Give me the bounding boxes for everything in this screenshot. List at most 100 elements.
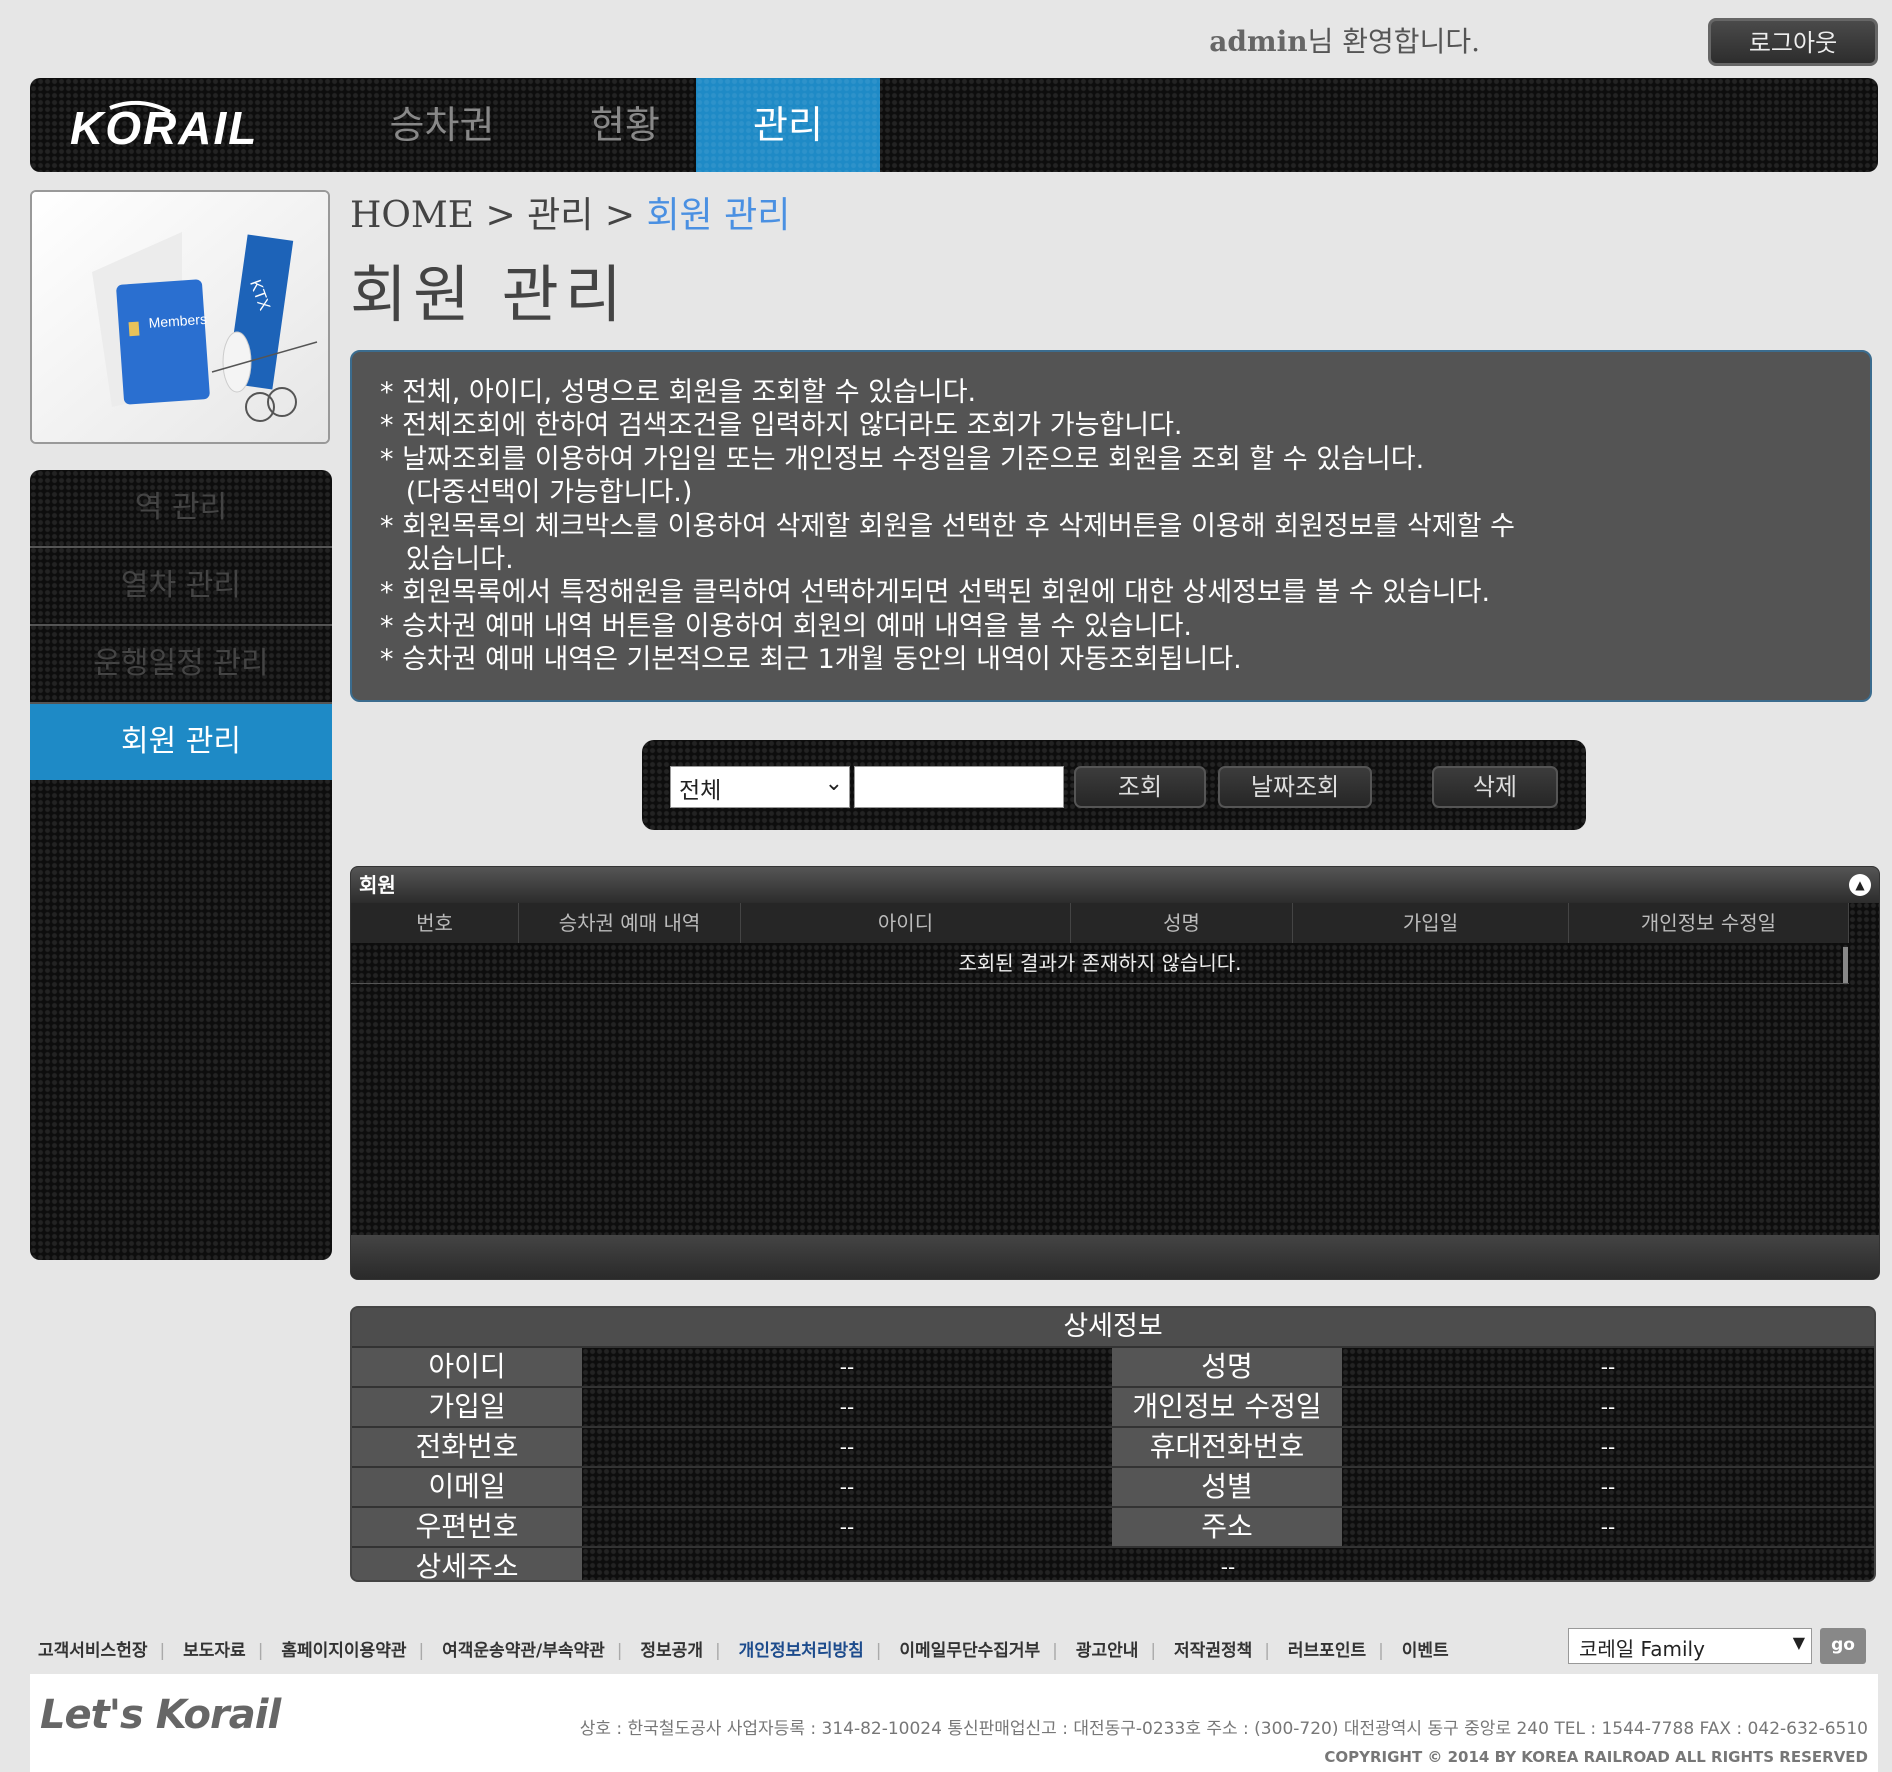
footer-link[interactable]: 홈페이지이용약관 [281, 1641, 406, 1661]
breadcrumb-home[interactable]: HOME [350, 195, 474, 236]
info-line: * 전체, 아이디, 성명으로 회원을 조회할 수 있습니다. [380, 377, 977, 408]
detail-row: 아이디 -- 성명 -- [352, 1346, 1874, 1386]
welcome-message: admin님 환영합니다. [1209, 20, 1480, 60]
sidebar-item-train[interactable]: 열차 관리 [30, 548, 332, 626]
detail-label: 성별 [1112, 1468, 1342, 1506]
search-type-value: 전체 [679, 778, 722, 804]
detail-value: -- [1342, 1468, 1874, 1506]
member-grid: 회원 ▲ 번호 승차권 예매 내역 아이디 성명 가입일 개인정보 수정일 조회된… [350, 866, 1880, 1280]
footer-link[interactable]: 이메일무단수집거부 [899, 1641, 1040, 1661]
breadcrumb: HOME > 관리 > 회원 관리 [350, 186, 790, 238]
detail-value: -- [582, 1348, 1112, 1386]
grid-header: 번호 승차권 예매 내역 아이디 성명 가입일 개인정보 수정일 [351, 903, 1849, 943]
detail-label: 이메일 [352, 1468, 582, 1506]
page-title: 회원 관리 [350, 258, 628, 331]
logout-button[interactable]: 로그아웃 [1708, 18, 1878, 66]
go-button[interactable]: go [1820, 1628, 1866, 1664]
grid-caption: 회원 ▲ [351, 867, 1879, 903]
detail-value: -- [1342, 1388, 1874, 1426]
detail-value: -- [1342, 1508, 1874, 1546]
username: admin [1209, 25, 1308, 58]
members-illustration: Members KTX [30, 190, 330, 444]
detail-row: 이메일 -- 성별 -- [352, 1466, 1874, 1506]
sidebar-item-station[interactable]: 역 관리 [30, 470, 332, 548]
date-search-button[interactable]: 날짜조회 [1218, 766, 1372, 808]
footer-brand: Let's Korail [40, 1692, 281, 1738]
sidebar-item-schedule[interactable]: 운행일정 관리 [30, 626, 332, 704]
footer-link[interactable]: 광고안내 [1076, 1641, 1139, 1661]
info-line: (다중선택이 가능합니다.) [380, 477, 693, 509]
footer-link[interactable]: 정보공개 [640, 1641, 703, 1661]
info-line: * 회원목록에서 특정해원을 클릭하여 선택하게되면 선택된 회원에 대한 상세… [380, 577, 1491, 609]
detail-value: -- [1342, 1428, 1874, 1466]
collapse-icon[interactable]: ▲ [1849, 874, 1871, 896]
info-line: * 전체조회에 한하여 검색조건을 입력하지 않더라도 조회가 가능합니다. [380, 410, 1183, 442]
grid-footer [351, 1235, 1879, 1279]
footer-copyright: COPYRIGHT © 2014 BY KOREA RAILROAD ALL R… [1324, 1748, 1868, 1766]
column-header-number[interactable]: 번호 [351, 903, 519, 943]
breadcrumb-sep: > [474, 195, 528, 236]
footer-link[interactable]: 저작권정책 [1174, 1641, 1252, 1661]
help-info-box: * 전체, 아이디, 성명으로 회원을 조회할 수 있습니다. * 전체조회에 … [350, 350, 1872, 702]
search-button[interactable]: 조회 [1074, 766, 1206, 808]
detail-value: -- [582, 1428, 1112, 1466]
search-type-select[interactable]: 전체 ⌄ [670, 766, 850, 808]
info-line: * 승차권 예매 내역은 기본적으로 최근 1개월 동안의 내역이 자동조회됩니… [380, 644, 1242, 676]
column-header-reservations[interactable]: 승차권 예매 내역 [519, 903, 741, 943]
footer-link[interactable]: 이벤트 [1402, 1641, 1449, 1661]
info-line: 있습니다. [380, 544, 514, 576]
sidebar-item-member[interactable]: 회원 관리 [30, 704, 332, 780]
footer-link[interactable]: 보도자료 [183, 1641, 246, 1661]
grid-empty-message: 조회된 결과가 존재하지 않습니다. [351, 943, 1849, 984]
nav-tab-status[interactable]: 현황 [533, 78, 717, 172]
detail-label: 성명 [1112, 1348, 1342, 1386]
detail-row: 전화번호 -- 휴대전화번호 -- [352, 1426, 1874, 1466]
detail-label: 전화번호 [352, 1428, 582, 1466]
welcome-suffix: 님 환영합니다. [1307, 25, 1480, 58]
detail-label: 가입일 [352, 1388, 582, 1426]
detail-label: 상세주소 [352, 1548, 582, 1580]
info-line: * 회원목록의 체크박스를 이용하여 삭제할 회원을 선택한 후 삭제버튼을 이… [380, 510, 1515, 542]
family-site-select[interactable]: 코레일 Family ▼ [1568, 1628, 1812, 1664]
search-bar: 전체 ⌄ 조회 날짜조회 삭제 [642, 740, 1586, 830]
member-detail-table: 상세정보 아이디 -- 성명 -- 가입일 -- 개인정보 수정일 -- 전화번… [350, 1306, 1876, 1582]
family-site-value: 코레일 Family [1579, 1637, 1705, 1661]
footer-address: 상호 : 한국철도공사 사업자등록 : 314-82-10024 통신판매업신고… [579, 1719, 1868, 1739]
detail-label: 주소 [1112, 1508, 1342, 1546]
column-header-modified-date[interactable]: 개인정보 수정일 [1569, 903, 1849, 943]
detail-caption: 상세정보 [352, 1308, 1874, 1346]
breadcrumb-sep: > [593, 195, 647, 236]
grid-scrollbar[interactable] [1843, 947, 1848, 983]
column-header-id[interactable]: 아이디 [741, 903, 1071, 943]
search-input[interactable] [854, 766, 1064, 808]
footer-info: Let's Korail 상호 : 한국철도공사 사업자등록 : 314-82-… [30, 1674, 1878, 1772]
delete-button[interactable]: 삭제 [1432, 766, 1558, 808]
column-header-name[interactable]: 성명 [1071, 903, 1293, 943]
info-line: * 승차권 예매 내역 버튼을 이용하여 회원의 예매 내역을 볼 수 있습니다… [380, 610, 1193, 642]
nav-tab-ticket[interactable]: 승차권 [350, 78, 534, 172]
detail-row: 가입일 -- 개인정보 수정일 -- [352, 1386, 1874, 1426]
footer-link-privacy[interactable]: 개인정보처리방침 [739, 1641, 864, 1661]
nav-tab-manage[interactable]: 관리 [696, 78, 880, 172]
dropdown-arrow-icon: ▼ [1792, 1633, 1805, 1652]
detail-value: -- [582, 1468, 1112, 1506]
column-header-join-date[interactable]: 가입일 [1293, 903, 1569, 943]
detail-label: 휴대전화번호 [1112, 1428, 1342, 1466]
detail-value: -- [582, 1508, 1112, 1546]
detail-label: 아이디 [352, 1348, 582, 1386]
footer-link[interactable]: 여객운송약관/부속약관 [442, 1641, 605, 1661]
detail-label: 개인정보 수정일 [1112, 1388, 1342, 1426]
detail-row: 우편번호 -- 주소 -- [352, 1506, 1874, 1546]
footer-link[interactable]: 고객서비스헌장 [38, 1641, 147, 1661]
detail-value: -- [582, 1548, 1874, 1580]
detail-value: -- [582, 1388, 1112, 1426]
side-menu: 역 관리 열차 관리 운행일정 관리 회원 관리 [30, 470, 332, 1260]
footer-link[interactable]: 러브포인트 [1288, 1641, 1366, 1661]
korail-logo[interactable]: KORAIL [70, 98, 320, 154]
main-header: KORAIL 승차권 현황 관리 [30, 78, 1878, 172]
breadcrumb-section[interactable]: 관리 [527, 195, 593, 236]
info-line: * 날짜조회를 이용하여 가입일 또는 개인정보 수정일을 기준으로 회원을 조… [380, 443, 1425, 475]
breadcrumb-current: 회원 관리 [646, 195, 791, 236]
detail-label: 우편번호 [352, 1508, 582, 1546]
detail-value: -- [1342, 1348, 1874, 1386]
